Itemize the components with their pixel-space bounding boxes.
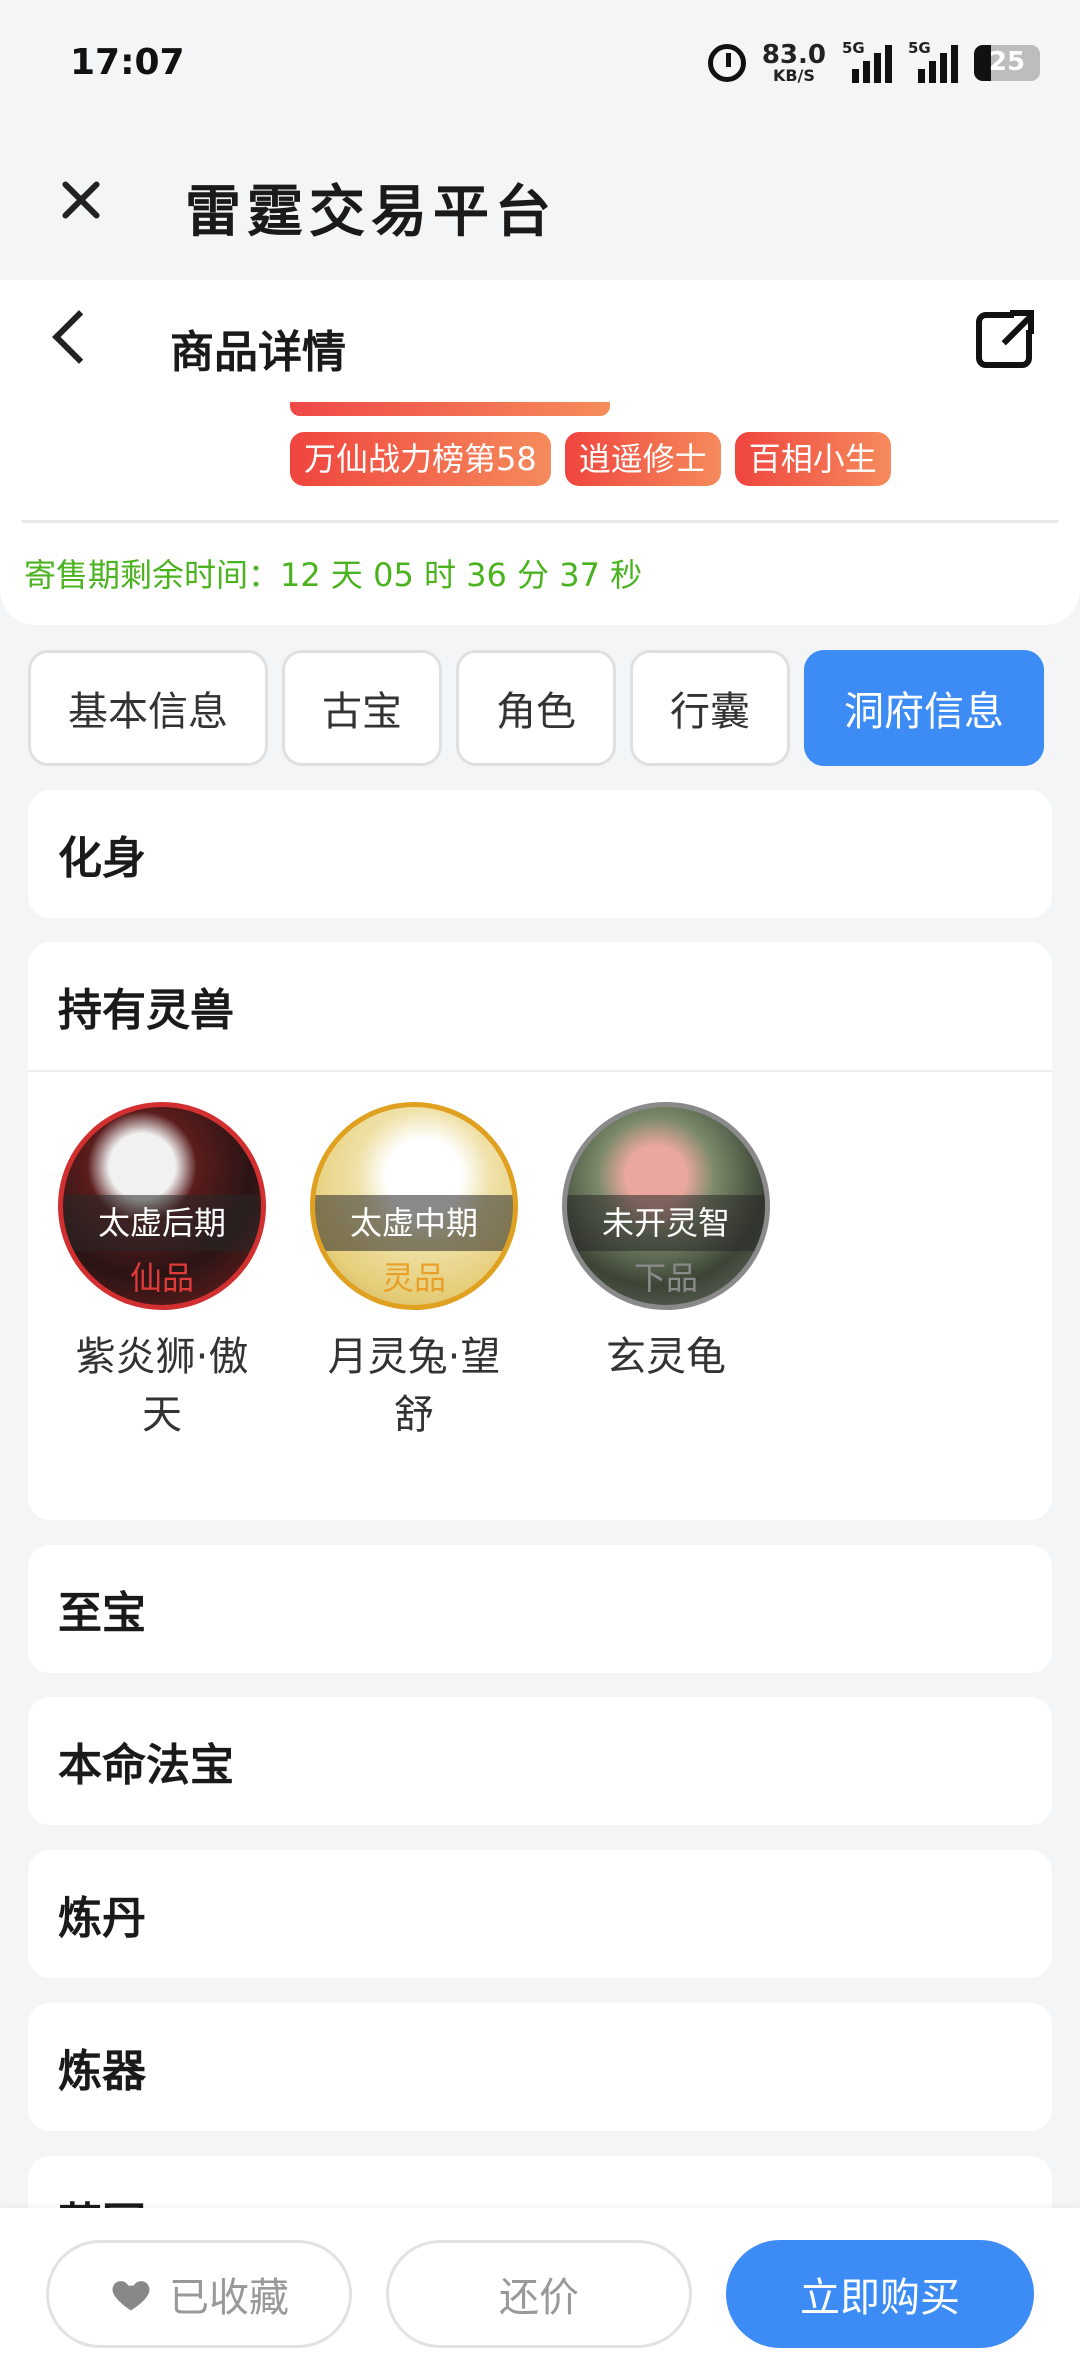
alarm-icon [707,44,746,82]
network-speed: 83.0 KB/S [761,40,826,85]
tab-basic-info[interactable]: 基本信息 [28,650,268,766]
pet-list: 太虚后期 仙品 紫炎狮·傲天 太虚中期 灵品 月灵兔·望舒 未开灵智 下品 玄灵… [28,1072,1052,1444]
rank-badge: 万仙战力榜第58 [290,432,551,486]
favorite-button[interactable]: 已收藏 [46,2240,352,2348]
buy-now-button[interactable]: 立即购买 [726,2240,1034,2348]
tab-cave-info[interactable]: 洞府信息 [804,650,1044,766]
section-natal-treasure[interactable]: 本命法宝 [28,1697,1052,1825]
app-title: 雷霆交易平台 [185,180,557,245]
section-title: 至宝 [58,1588,146,1639]
title-badges: 万仙战力榜第58 逍遥修士 百相小生 [290,432,891,486]
section-title: 本命法宝 [58,1740,234,1791]
pet-avatar: 太虚中期 灵品 [310,1102,518,1310]
close-icon[interactable] [56,175,106,225]
pet-avatar: 太虚后期 仙品 [58,1102,266,1310]
signal-icon: 5G [908,39,958,83]
section-forge[interactable]: 炼器 [28,2003,1052,2131]
pet-name: 紫炎狮·傲天 [75,1334,249,1438]
pet-avatar: 未开灵智 下品 [562,1102,770,1310]
app-bar: 雷霆交易平台 [0,125,1080,280]
status-bar: 17:07 83.0 KB/S 5G 5G 25 [0,0,1080,125]
pet-item[interactable]: 未开灵智 下品 玄灵龟 [562,1102,770,1444]
detail-tabs: 基本信息 古宝 角色 行囊 洞府信息 [28,650,1044,766]
battery-icon: 25 [974,45,1040,81]
share-icon[interactable] [976,308,1036,368]
badge-strip [290,402,610,416]
section-title: 持有灵兽 [58,985,234,1036]
section-treasure[interactable]: 至宝 [28,1545,1052,1673]
consign-timer: 寄售期剩余时间：12 天 05 时 36 分 37 秒 [24,556,643,594]
section-pets: 持有灵兽 太虚后期 仙品 紫炎狮·傲天 太虚中期 灵品 月灵兔·望舒 未开灵智 … [28,942,1052,1520]
title-badge: 百相小生 [734,432,891,486]
title-badge: 逍遥修士 [564,432,721,486]
section-title: 炼器 [58,2046,146,2097]
section-title: 化身 [58,833,146,884]
tab-character[interactable]: 角色 [456,650,616,766]
signal-icon: 5G [842,39,892,83]
pet-name: 月灵兔·望舒 [327,1334,501,1438]
tab-inventory[interactable]: 行囊 [630,650,790,766]
back-icon[interactable] [52,310,106,364]
product-header-panel: 商品详情 万仙战力榜第58 逍遥修士 百相小生 寄售期剩余时间：12 天 05 … [0,280,1080,625]
pet-name: 玄灵龟 [606,1334,726,1380]
status-icons: 83.0 KB/S 5G 5G 25 [707,38,1040,88]
section-alchemy[interactable]: 炼丹 [28,1850,1052,1978]
counter-offer-button[interactable]: 还价 [386,2240,692,2348]
tab-ancient-treasure[interactable]: 古宝 [282,650,442,766]
bottom-action-bar: 已收藏 还价 立即购买 [0,2208,1080,2376]
section-title: 炼丹 [58,1893,146,1944]
pet-item[interactable]: 太虚中期 灵品 月灵兔·望舒 [310,1102,518,1444]
pet-item[interactable]: 太虚后期 仙品 紫炎狮·傲天 [58,1102,266,1444]
page-title: 商品详情 [170,327,346,378]
divider [22,520,1058,523]
section-avatar[interactable]: 化身 [28,790,1052,918]
heart-icon [112,2281,150,2311]
status-time: 17:07 [70,42,185,83]
